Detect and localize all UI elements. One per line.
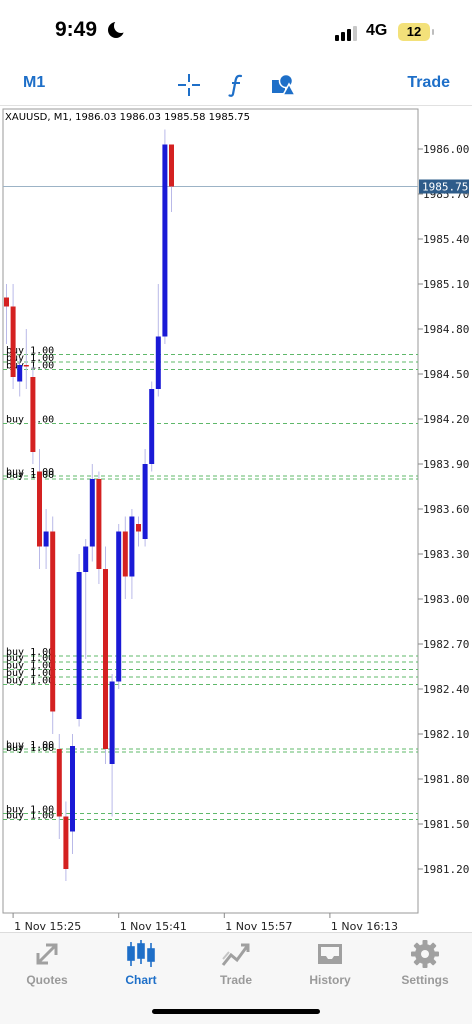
gear-icon bbox=[411, 940, 439, 968]
candle-down bbox=[23, 365, 29, 367]
candle-down bbox=[169, 144, 174, 187]
candle-up bbox=[109, 681, 115, 764]
candle-down bbox=[37, 471, 42, 547]
current-price-label: 1985.75 bbox=[422, 181, 468, 194]
crosshair-icon[interactable] bbox=[176, 72, 202, 98]
objects-icon[interactable] bbox=[270, 72, 297, 98]
buy-order-label: buy 1.00 bbox=[6, 811, 54, 822]
candle-up bbox=[162, 144, 168, 337]
history-tray-icon bbox=[318, 944, 342, 964]
candle-down bbox=[136, 524, 141, 532]
y-tick-label: 1981.50 bbox=[423, 818, 469, 831]
home-indicator bbox=[152, 1009, 320, 1014]
status-bar: 9:49 4G 12 bbox=[0, 0, 472, 64]
chart-candles-icon bbox=[127, 940, 155, 967]
status-time: 9:49 bbox=[55, 18, 98, 41]
candle-up bbox=[149, 389, 155, 464]
y-tick-label: 1984.50 bbox=[423, 368, 469, 381]
chart-title: XAUUSD, M1, 1986.03 1986.03 1985.58 1985… bbox=[5, 112, 251, 123]
plot-frame bbox=[2, 108, 419, 914]
candle-up bbox=[155, 336, 161, 389]
candle-down bbox=[103, 569, 108, 749]
buy-order-label: buy 1.00 bbox=[6, 743, 54, 754]
x-tick-label: 1 Nov 16:13 bbox=[331, 920, 398, 932]
trade-button[interactable]: Trade bbox=[407, 74, 450, 92]
trade-line-icon bbox=[221, 943, 250, 966]
candle-down bbox=[56, 749, 62, 817]
y-tick-label: 1981.20 bbox=[423, 863, 469, 876]
x-tick-label: 1 Nov 15:57 bbox=[225, 920, 292, 932]
x-tick-label: 1 Nov 15:41 bbox=[120, 920, 187, 932]
candle-up bbox=[76, 572, 82, 719]
tab-settings[interactable]: Settings bbox=[378, 939, 472, 987]
tab-label: Quotes bbox=[26, 973, 68, 987]
function-icon[interactable] bbox=[224, 72, 250, 98]
tab-label: Trade bbox=[219, 973, 252, 987]
candle-down bbox=[63, 816, 69, 869]
price-chart[interactable]: 1986.00 1985.70 1985.40 1985.10 1984.80 1984.… bbox=[0, 107, 472, 932]
buy-order-label: buy 1.00 bbox=[6, 676, 54, 687]
y-tick-label: 1982.70 bbox=[423, 638, 469, 651]
chart-toolbar: M1 Trade bbox=[0, 64, 472, 106]
battery-icon: 12 bbox=[398, 23, 434, 41]
y-tick-label: 1986.00 bbox=[423, 143, 469, 156]
tab-history[interactable]: History bbox=[283, 939, 377, 987]
y-tick-label: 1983.90 bbox=[423, 458, 469, 471]
quotes-arrows-icon bbox=[36, 943, 58, 965]
candle-up bbox=[142, 464, 148, 539]
y-tick-label: 1981.80 bbox=[423, 773, 469, 786]
candle-down bbox=[30, 377, 36, 452]
candle-down bbox=[10, 306, 16, 377]
battery-level: 12 bbox=[406, 24, 422, 39]
tab-label: Settings bbox=[401, 973, 449, 987]
y-tick-label: 1985.10 bbox=[423, 278, 469, 291]
candle-up bbox=[70, 746, 75, 832]
cell-signal-icon bbox=[335, 25, 361, 41]
x-tick-label: 1 Nov 15:25 bbox=[14, 920, 81, 932]
candle-up bbox=[129, 516, 135, 577]
candle-down bbox=[96, 479, 102, 569]
candle-up bbox=[17, 365, 23, 382]
candle-down bbox=[4, 297, 9, 307]
y-tick-label: 1984.20 bbox=[423, 413, 469, 426]
candle-down bbox=[50, 531, 56, 712]
candle-down bbox=[122, 531, 128, 577]
tab-chart[interactable]: Chart bbox=[94, 939, 188, 987]
moon-icon bbox=[108, 19, 128, 38]
tab-label: Chart bbox=[125, 973, 157, 987]
y-tick-label: 1983.30 bbox=[423, 548, 469, 561]
tab-label: History bbox=[309, 973, 351, 987]
candle-up bbox=[116, 531, 122, 682]
y-tick-label: 1982.10 bbox=[423, 728, 469, 741]
y-tick-label: 1983.60 bbox=[423, 503, 469, 516]
y-tick-label: 1985.40 bbox=[423, 233, 469, 246]
candle-up bbox=[43, 531, 49, 547]
network-type: 4G bbox=[366, 22, 388, 39]
timeframe-button[interactable]: M1 bbox=[23, 74, 45, 92]
candle-up bbox=[83, 546, 89, 572]
buy-order-label: buy 1.00 bbox=[6, 470, 54, 481]
tab-quotes[interactable]: Quotes bbox=[0, 939, 94, 987]
y-tick-label: 1982.40 bbox=[423, 683, 469, 696]
tab-trade[interactable]: Trade bbox=[189, 939, 283, 987]
buy-order-label: buy 1.00 bbox=[6, 415, 54, 426]
y-tick-label: 1983.00 bbox=[423, 593, 469, 606]
candle-up bbox=[89, 479, 95, 547]
chart-canvas[interactable]: 1986.001985.701985.401985.101984.801984.… bbox=[0, 107, 472, 932]
y-tick-label: 1984.80 bbox=[423, 323, 469, 336]
